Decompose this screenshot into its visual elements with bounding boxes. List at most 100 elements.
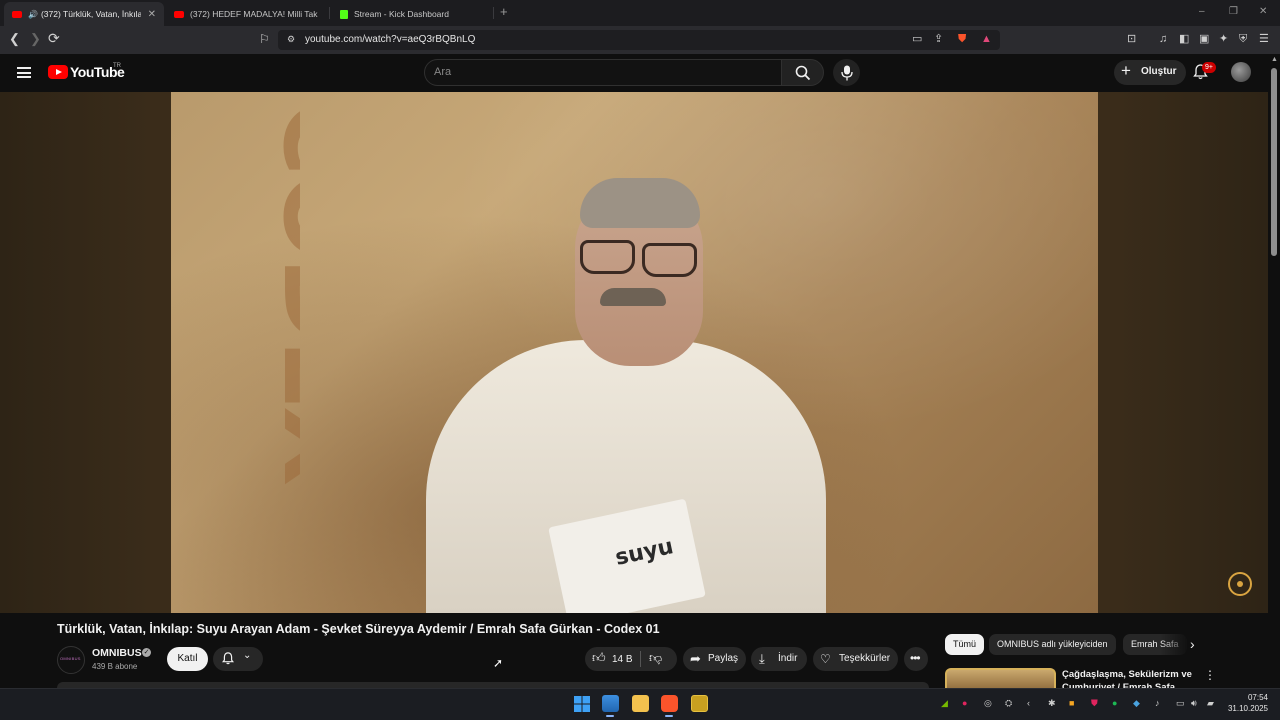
app-running-indicator xyxy=(606,715,614,717)
forward-icon[interactable]: ❯ xyxy=(30,32,41,46)
voice-search-button[interactable] xyxy=(833,59,860,86)
bookmark-icon[interactable]: ⚐ xyxy=(259,32,270,46)
share-label: Paylaş xyxy=(708,653,739,664)
microphone-icon xyxy=(841,65,853,81)
vpn-icon[interactable]: ⛨ xyxy=(1239,33,1247,45)
search-input[interactable] xyxy=(424,59,782,86)
sidebar-icon[interactable]: ◧ xyxy=(1179,33,1189,45)
cast-icon[interactable]: ▭ xyxy=(912,33,922,45)
close-window-button[interactable]: ✕ xyxy=(1259,6,1267,17)
chip-all[interactable]: Tümü xyxy=(945,634,985,655)
tab-kick[interactable]: Stream - Kick Dashboard xyxy=(332,2,492,26)
share-button[interactable]: ➦ Paylaş xyxy=(683,647,746,671)
tab-divider xyxy=(493,7,494,19)
tab-youtube-2[interactable]: (372) HEDEF MADALYA! Milli Takımın xyxy=(166,2,326,26)
verified-badge-icon: ✓ xyxy=(142,648,151,657)
tab-close-icon[interactable]: ✕ xyxy=(144,9,156,20)
shield-tray-icon[interactable]: ⛊ xyxy=(1091,698,1098,709)
brave-shields-icon[interactable]: ⛊ xyxy=(958,33,966,45)
steam-tray-icon[interactable]: ◎ xyxy=(984,698,992,709)
active-app-icon[interactable] xyxy=(691,695,708,712)
chevron-right-icon[interactable]: › xyxy=(1190,636,1195,652)
create-label: Oluştur xyxy=(1141,66,1177,77)
youtube-favicon-icon xyxy=(174,10,184,18)
speaker-icon: 🔊 xyxy=(28,9,38,19)
leo-ai-icon[interactable]: ✦ xyxy=(1219,33,1228,45)
brave-browser-icon[interactable] xyxy=(661,695,678,712)
windows-start-icon[interactable] xyxy=(574,696,590,712)
tab-title: (372) Türklük, Vatan, İnkılap: Suyu Aray… xyxy=(40,9,141,19)
chip-fade xyxy=(1160,632,1190,657)
reload-icon[interactable]: ⟳ xyxy=(48,31,60,45)
download-label: İndir xyxy=(778,653,798,664)
subscriber-count: 439 B abone xyxy=(92,662,138,671)
taskbar-clock[interactable]: 07:54 31.10.2025 xyxy=(1226,692,1268,714)
browser-tab-strip: 🔊 (372) Türklük, Vatan, İnkılap: Suyu Ar… xyxy=(0,0,1280,26)
join-button[interactable]: Katıl xyxy=(167,647,208,671)
back-icon[interactable]: ❮ xyxy=(9,32,20,46)
new-tab-button[interactable]: + xyxy=(500,4,508,19)
scrollbar-thumb[interactable] xyxy=(1271,68,1277,256)
tab-divider xyxy=(329,7,330,19)
display-tray-icon[interactable]: ▭ xyxy=(1176,698,1185,709)
channel-name[interactable]: OMNIBUS xyxy=(92,647,142,659)
thanks-label: Teşekkürler xyxy=(839,653,891,664)
search-icon xyxy=(795,65,811,81)
network-tray-icon[interactable]: ⛭ xyxy=(1005,698,1012,709)
brave-rewards-icon[interactable]: ▲ xyxy=(981,33,992,45)
guide-menu-icon[interactable] xyxy=(17,67,31,78)
record-tray-icon[interactable]: ● xyxy=(962,698,967,709)
screenshot-icon[interactable]: ⊡ xyxy=(1127,33,1136,45)
like-icon[interactable]: 👍︎ xyxy=(592,650,606,666)
youtube-logo-icon[interactable] xyxy=(48,65,68,79)
tab-title: (372) HEDEF MADALYA! Milli Takımın xyxy=(190,9,318,19)
bluetooth-tray-icon[interactable]: ✱ xyxy=(1048,698,1056,709)
chat-tray-icon[interactable]: ◆ xyxy=(1133,698,1140,709)
notification-badge: 9+ xyxy=(1202,62,1216,73)
nvidia-tray-icon[interactable]: ◢ xyxy=(941,698,948,709)
more-horizontal-icon: ••• xyxy=(910,651,921,665)
battery-tray-icon[interactable]: ▰ xyxy=(1207,698,1214,709)
menu-icon[interactable]: ☰ xyxy=(1259,33,1269,45)
app-running-indicator xyxy=(665,715,673,717)
share-page-icon[interactable]: ⇪ xyxy=(934,33,943,45)
arrow-tray-icon[interactable]: ‹ xyxy=(1027,698,1030,709)
more-actions-button[interactable]: ••• xyxy=(904,647,928,671)
super-thanks-icon: ♡ xyxy=(820,652,831,666)
video-title: Türklük, Vatan, İnkılap: Suyu Arayan Ada… xyxy=(57,622,660,636)
clock-date: 31.10.2025 xyxy=(1227,704,1268,713)
tab-youtube-active[interactable]: 🔊 (372) Türklük, Vatan, İnkılap: Suyu Ar… xyxy=(4,2,164,26)
volume-tray-icon[interactable]: 🔊︎ xyxy=(1191,698,1197,709)
glasses-right-lens xyxy=(642,243,697,277)
plus-icon: + xyxy=(1121,61,1131,80)
like-count[interactable]: 14 B xyxy=(612,654,633,665)
account-avatar[interactable] xyxy=(1231,62,1251,82)
site-settings-icon[interactable]: ⚙ xyxy=(287,33,295,45)
thanks-button[interactable]: ♡ Teşekkürler xyxy=(813,647,898,671)
recommended-video-title[interactable]: Çağdaşlaşma, Sekülerizm ve Cumhuriyet / … xyxy=(1062,668,1202,688)
file-explorer-icon[interactable] xyxy=(632,695,649,712)
download-button[interactable]: ⤓ İndir xyxy=(751,647,807,671)
app-tray-icon[interactable]: ■ xyxy=(1069,698,1074,709)
wallet-icon[interactable]: ▣ xyxy=(1199,33,1209,45)
media-icon[interactable]: ♫ xyxy=(1159,33,1167,45)
gallery-app-icon[interactable] xyxy=(602,695,619,712)
url-text[interactable]: youtube.com/watch?v=aeQ3rBQBnLQ xyxy=(305,34,475,45)
like-divider xyxy=(640,651,641,667)
search-button[interactable] xyxy=(781,59,824,86)
minimize-button[interactable]: – xyxy=(1199,6,1205,17)
chip-from-uploader[interactable]: OMNIBUS adlı yükleyiciden xyxy=(989,634,1116,655)
recommended-video-thumbnail[interactable] xyxy=(945,668,1056,690)
spotify-tray-icon[interactable]: ● xyxy=(1112,698,1117,709)
scroll-up-arrow-icon[interactable]: ▲ xyxy=(1271,56,1278,63)
tab-title: Stream - Kick Dashboard xyxy=(354,9,449,19)
mic-tray-icon[interactable]: ♪ xyxy=(1155,698,1160,709)
dislike-icon[interactable]: 👎︎ xyxy=(649,650,662,666)
presenter-mustache xyxy=(600,288,666,306)
more-vertical-icon[interactable]: ⋮ xyxy=(1204,668,1216,682)
video-annotation-icon[interactable] xyxy=(1228,572,1252,596)
download-icon: ⤓ xyxy=(759,651,765,666)
maximize-button[interactable]: ❐ xyxy=(1229,6,1238,17)
mouse-cursor-icon: ➚ xyxy=(493,656,504,670)
subscription-bell-button[interactable]: ⌄ xyxy=(213,647,263,671)
